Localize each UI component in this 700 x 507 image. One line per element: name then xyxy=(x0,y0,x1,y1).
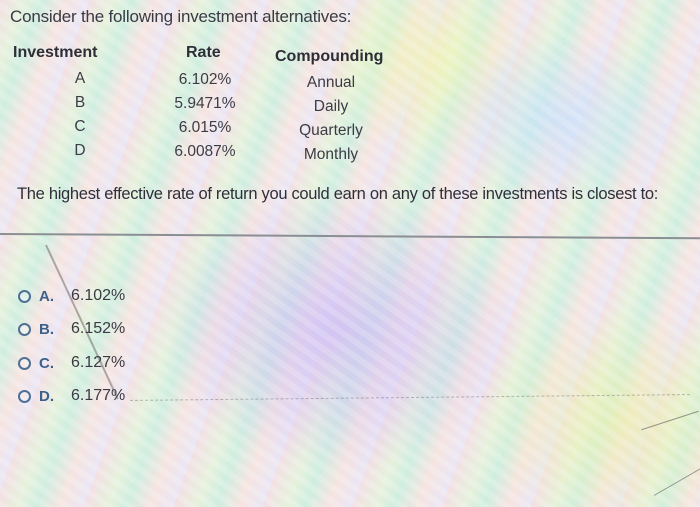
radio-button-icon[interactable] xyxy=(18,322,31,336)
option-d[interactable]: D. 6.177% xyxy=(18,387,125,405)
compounding-cell: Daily xyxy=(313,98,349,115)
option-a[interactable]: A. 6.102% xyxy=(18,287,125,305)
option-letter: D. xyxy=(39,387,54,405)
rate-cell: 6.0087% xyxy=(174,143,236,160)
rate-cell: 6.015% xyxy=(178,119,232,136)
radio-button-icon[interactable] xyxy=(18,289,31,303)
intro-text: Consider the following investment altern… xyxy=(10,7,352,26)
option-letter: A. xyxy=(39,287,54,305)
investment-cell: B xyxy=(74,94,86,111)
option-letter: B. xyxy=(39,320,54,338)
option-text: 6.102% xyxy=(71,287,126,304)
rate-cell: 5.9471% xyxy=(174,95,236,112)
pen-mark xyxy=(653,465,700,496)
header-compounding: Compounding xyxy=(275,48,384,65)
compounding-cell: Quarterly xyxy=(299,122,363,139)
compounding-cell: Monthly xyxy=(303,146,359,163)
question-text: The highest effective rate of return you… xyxy=(17,185,659,203)
radio-button-icon[interactable] xyxy=(18,389,31,403)
option-text: 6.177% xyxy=(71,387,126,404)
investment-cell: C xyxy=(74,118,86,135)
divider-line xyxy=(0,233,700,240)
investment-cell: A xyxy=(74,70,86,87)
radio-button-icon[interactable] xyxy=(18,356,31,370)
option-text: 6.127% xyxy=(71,354,126,371)
investment-cell: D xyxy=(74,142,86,159)
compounding-cell: Annual xyxy=(306,74,356,91)
option-b[interactable]: B. 6.152% xyxy=(18,320,125,338)
option-letter: C. xyxy=(39,354,54,372)
rate-cell: 6.102% xyxy=(178,71,232,88)
header-investment: Investment xyxy=(13,44,98,61)
option-c[interactable]: C. 6.127% xyxy=(18,354,125,372)
pen-mark xyxy=(130,394,690,402)
pen-mark xyxy=(641,410,699,431)
header-rate: Rate xyxy=(186,44,221,61)
option-text: 6.152% xyxy=(71,320,126,337)
